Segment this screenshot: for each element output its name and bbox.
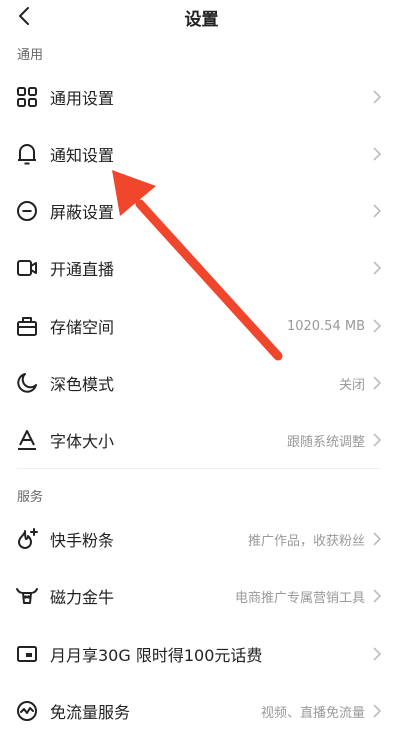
storage-value: 1020.54 MB	[286, 318, 365, 334]
data-free-icon	[14, 698, 40, 724]
chevron-right-icon	[371, 260, 383, 276]
back-button[interactable]	[10, 2, 38, 30]
service-item-label: 月月享30G 限时得100元话费	[50, 646, 263, 665]
service-item-data-free[interactable]: 免流量服务 视频、直播免流量	[0, 686, 403, 736]
chevron-right-icon	[371, 588, 383, 604]
chevron-right-icon	[371, 375, 383, 391]
settings-item-label: 通知设置	[50, 146, 115, 165]
settings-item-label: 存储空间	[50, 318, 115, 337]
flame-plus-icon	[14, 526, 40, 552]
settings-item-general[interactable]: 通用设置	[0, 72, 403, 122]
service-item-label: 快手粉条	[50, 531, 115, 550]
settings-item-storage[interactable]: 存储空间 1020.54 MB	[0, 301, 403, 351]
settings-item-notifications[interactable]: 通知设置	[0, 129, 403, 179]
moon-icon	[14, 370, 40, 396]
block-icon	[14, 198, 40, 224]
settings-item-label: 通用设置	[50, 89, 115, 108]
service-item-magnetic-bull[interactable]: 磁力金牛 电商推广专属营销工具	[0, 571, 403, 621]
chevron-right-icon	[371, 146, 383, 162]
chevron-right-icon	[371, 703, 383, 719]
service-item-label: 磁力金牛	[50, 588, 115, 607]
service-item-data-plan[interactable]: 月月享30G 限时得100元话费	[0, 629, 403, 679]
video-icon	[14, 255, 40, 281]
chevron-right-icon	[371, 203, 383, 219]
bull-icon	[14, 583, 40, 609]
settings-item-label: 屏蔽设置	[50, 203, 115, 222]
section-label-services: 服务	[17, 490, 44, 505]
chevron-left-icon	[19, 7, 29, 25]
font-size-icon	[14, 427, 40, 453]
chevron-right-icon	[371, 432, 383, 448]
chevron-right-icon	[371, 318, 383, 334]
bell-icon	[14, 141, 40, 167]
settings-item-block[interactable]: 屏蔽设置	[0, 186, 403, 236]
settings-item-label: 字体大小	[50, 432, 115, 451]
card-icon	[14, 641, 40, 667]
service-item-value: 电商推广专属营销工具	[234, 590, 365, 606]
settings-item-label: 开通直播	[50, 260, 115, 279]
chevron-right-icon	[371, 89, 383, 105]
dark-mode-value: 关闭	[338, 377, 365, 393]
page-title: 设置	[184, 9, 219, 30]
settings-item-label: 深色模式	[50, 375, 115, 394]
service-item-value: 推广作品，收获粉丝	[247, 533, 365, 549]
chevron-right-icon	[371, 646, 383, 662]
settings-item-font-size[interactable]: 字体大小 跟随系统调整	[0, 415, 403, 465]
settings-item-dark-mode[interactable]: 深色模式 关闭	[0, 358, 403, 408]
grid-icon	[14, 84, 40, 110]
chevron-right-icon	[371, 531, 383, 547]
section-divider	[17, 468, 380, 469]
settings-item-live[interactable]: 开通直播	[0, 243, 403, 293]
section-label-general: 通用	[17, 48, 44, 63]
service-item-fans-promotion[interactable]: 快手粉条 推广作品，收获粉丝	[0, 514, 403, 564]
font-size-value: 跟随系统调整	[286, 434, 365, 450]
header-bar: 设置	[0, 0, 403, 34]
service-item-label: 免流量服务	[50, 703, 131, 722]
storage-icon	[14, 313, 40, 339]
service-item-value: 视频、直播免流量	[260, 705, 365, 721]
